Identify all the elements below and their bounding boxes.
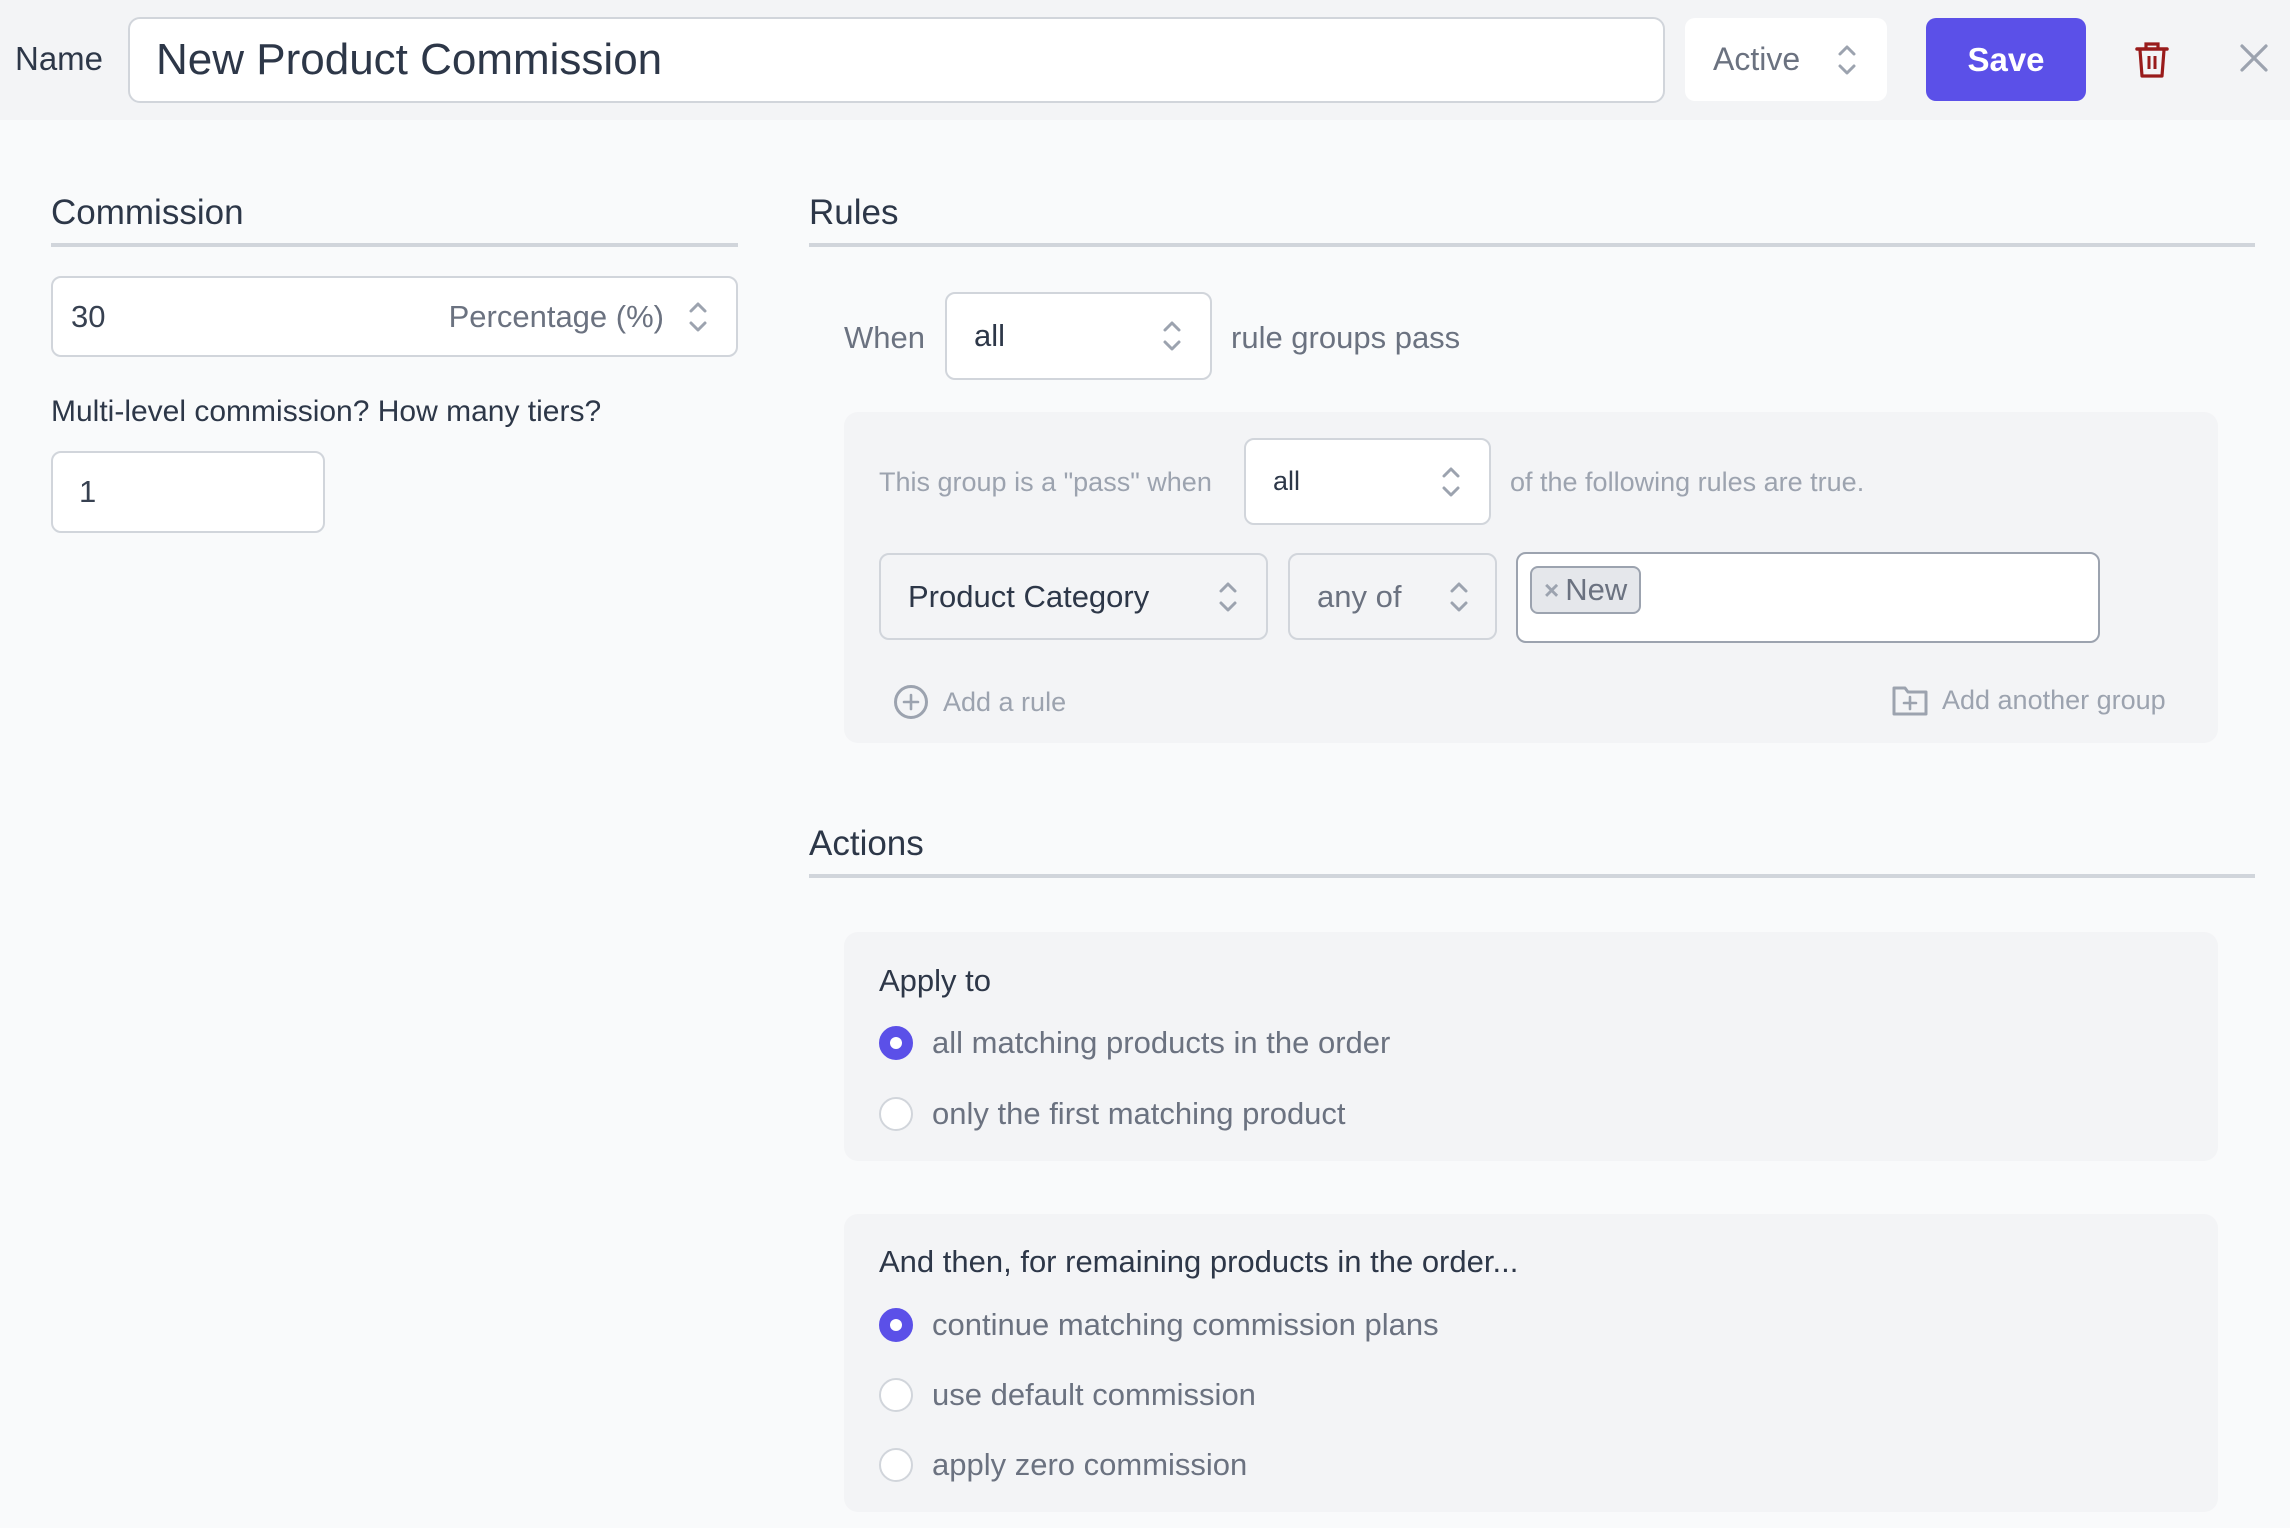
remaining-option-label: apply zero commission	[932, 1447, 1248, 1482]
chevron-up-down-icon	[1218, 579, 1238, 615]
name-input[interactable]: New Product Commission	[128, 17, 1665, 103]
radio-button[interactable]	[879, 1448, 913, 1482]
name-input-value: New Product Commission	[156, 35, 663, 84]
value-tag-label: New	[1565, 572, 1628, 607]
when-suffix: rule groups pass	[1231, 320, 1461, 355]
rule-match-select[interactable]: all	[1244, 438, 1491, 525]
save-button-label: Save	[1967, 40, 2045, 78]
remove-tag-icon[interactable]: ×	[1544, 575, 1559, 606]
commission-amount-field[interactable]: 30 Percentage (%)	[51, 276, 738, 357]
actions-heading: Actions	[809, 824, 924, 863]
rule-operator-select[interactable]: any of	[1288, 553, 1497, 640]
remaining-option-continue[interactable]: continue matching commission plans	[879, 1307, 1439, 1343]
group-prefix: This group is a "pass" when	[879, 467, 1212, 497]
tiers-label: Multi-level commission? How many tiers?	[51, 395, 602, 428]
radio-button[interactable]	[879, 1097, 913, 1131]
rules-divider	[809, 243, 2255, 247]
status-select-value: Active	[1713, 41, 1801, 77]
radio-button[interactable]	[879, 1308, 913, 1342]
add-rule-label: Add a rule	[943, 686, 1067, 717]
add-group-button[interactable]: Add another group	[1892, 684, 2166, 716]
radio-button[interactable]	[879, 1378, 913, 1412]
group-match-value: all	[974, 318, 1006, 353]
trash-icon	[2135, 41, 2169, 79]
chevron-up-down-icon	[1837, 42, 1857, 78]
plus-circle-icon	[893, 684, 929, 720]
rule-match-value: all	[1273, 466, 1301, 496]
remaining-option-zero[interactable]: apply zero commission	[879, 1447, 1247, 1483]
close-icon	[2239, 43, 2269, 73]
radio-button[interactable]	[879, 1026, 913, 1060]
tiers-input-value: 1	[79, 474, 97, 509]
rule-field-select[interactable]: Product Category	[879, 553, 1268, 640]
close-button[interactable]	[2236, 40, 2272, 76]
chevron-up-down-icon	[1441, 464, 1461, 500]
remaining-option-label: continue matching commission plans	[932, 1307, 1439, 1342]
group-match-select[interactable]: all	[945, 292, 1212, 380]
name-label: Name	[15, 40, 104, 77]
remaining-heading: And then, for remaining products in the …	[879, 1244, 1519, 1279]
folder-plus-icon	[1892, 684, 1928, 716]
when-label: When	[844, 320, 925, 355]
actions-divider	[809, 874, 2255, 878]
apply-option-label: only the first matching product	[932, 1096, 1346, 1131]
remaining-option-default[interactable]: use default commission	[879, 1377, 1256, 1413]
apply-option-first[interactable]: only the first matching product	[879, 1096, 1346, 1132]
apply-to-heading: Apply to	[879, 963, 992, 998]
rule-field-value: Product Category	[908, 578, 1150, 614]
commission-amount-value: 30	[71, 298, 106, 334]
apply-option-label: all matching products in the order	[932, 1025, 1391, 1060]
rule-values-input[interactable]: × New	[1516, 552, 2100, 643]
group-suffix: of the following rules are true.	[1510, 467, 1865, 497]
chevron-up-down-icon	[1162, 318, 1182, 354]
save-button[interactable]: Save	[1926, 18, 2086, 101]
value-tag: × New	[1530, 566, 1642, 614]
apply-option-all[interactable]: all matching products in the order	[879, 1025, 1390, 1061]
commission-divider	[51, 243, 738, 247]
commission-heading: Commission	[51, 193, 244, 232]
top-bar: Name New Product Commission Active Save	[0, 0, 2290, 120]
commission-type-select[interactable]: Percentage (%)	[449, 299, 664, 335]
remaining-option-label: use default commission	[932, 1377, 1256, 1412]
chevron-up-down-icon	[1449, 579, 1469, 615]
add-rule-button[interactable]: Add a rule	[893, 684, 1066, 720]
add-group-label: Add another group	[1942, 684, 2166, 715]
chevron-up-down-icon	[688, 299, 708, 335]
rules-heading: Rules	[809, 193, 899, 232]
status-select[interactable]: Active	[1685, 18, 1887, 101]
rule-operator-value: any of	[1317, 578, 1402, 614]
tiers-input[interactable]: 1	[51, 451, 325, 533]
delete-button[interactable]	[2132, 38, 2172, 82]
